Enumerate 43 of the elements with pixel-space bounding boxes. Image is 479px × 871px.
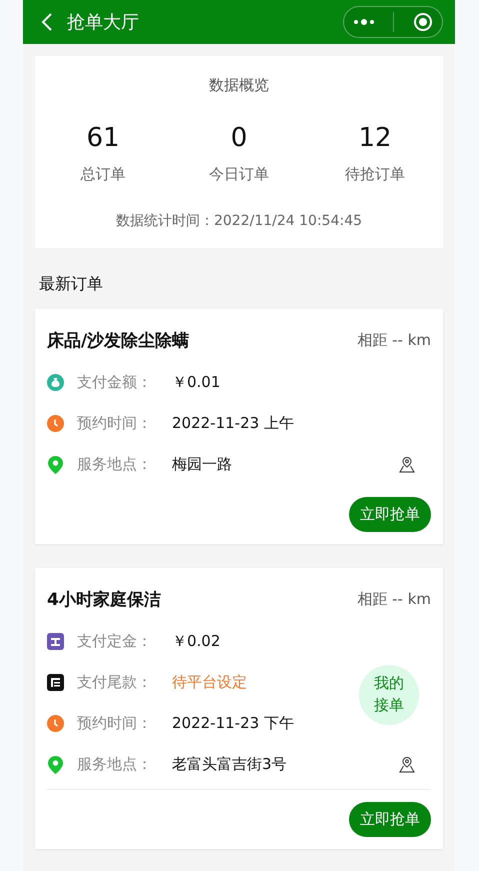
field-value: 老富头富吉街3号 <box>172 755 287 774</box>
balance-tag-icon <box>47 674 64 691</box>
back-icon[interactable] <box>41 13 53 31</box>
field-label: 支付尾款： <box>77 673 153 692</box>
field-value: 梅园一路 <box>172 455 232 474</box>
update-time: 数据统计时间：2022/11/24 10:54:45 <box>116 212 362 230</box>
more-icon[interactable] <box>353 18 376 26</box>
money-bag-icon <box>47 374 64 391</box>
map-icon[interactable] <box>399 456 415 473</box>
clock-icon <box>47 415 64 432</box>
stat-value: 12 <box>358 123 392 153</box>
grab-order-button[interactable]: 立即抢单 <box>349 802 431 837</box>
distance-text: 相距 -- km <box>357 590 431 609</box>
field-value: ￥0.01 <box>172 373 220 392</box>
location-pin-icon <box>47 456 64 474</box>
card-title: 数据概览 <box>209 76 269 95</box>
grab-order-button[interactable]: 立即抢单 <box>349 497 431 532</box>
stat-label: 今日订单 <box>209 165 269 184</box>
stat-value: 61 <box>86 123 120 153</box>
field-label: 支付金额： <box>77 373 153 392</box>
distance-text: 相距 -- km <box>357 331 431 350</box>
page-title: 抢单大厅 <box>67 11 140 34</box>
my-orders-badge[interactable]: 我的接单 <box>359 665 419 725</box>
field-label: 服务地点： <box>77 755 153 774</box>
close-target-icon[interactable] <box>412 12 433 32</box>
stat-value: 0 <box>230 123 248 153</box>
order-title: 床品/沙发除尘除螨 <box>47 330 190 352</box>
map-icon[interactable] <box>399 756 415 773</box>
deposit-tag-icon <box>47 633 64 650</box>
field-value: ￥0.02 <box>172 632 220 651</box>
clock-icon <box>47 715 64 732</box>
location-pin-icon <box>47 756 64 774</box>
field-value: 待平台设定 <box>172 673 247 692</box>
stat-label: 总订单 <box>80 165 126 184</box>
stat-label: 待抢订单 <box>345 165 405 184</box>
field-label: 服务地点： <box>77 455 153 474</box>
field-label: 支付定金： <box>77 632 153 651</box>
field-value: 2022-11-23 下午 <box>172 714 294 733</box>
field-label: 预约时间： <box>77 414 153 433</box>
section-title: 最新订单 <box>38 273 104 295</box>
field-label: 预约时间： <box>77 714 153 733</box>
order-title: 4小时家庭保洁 <box>47 589 161 611</box>
field-value: 2022-11-23 上午 <box>172 414 294 433</box>
